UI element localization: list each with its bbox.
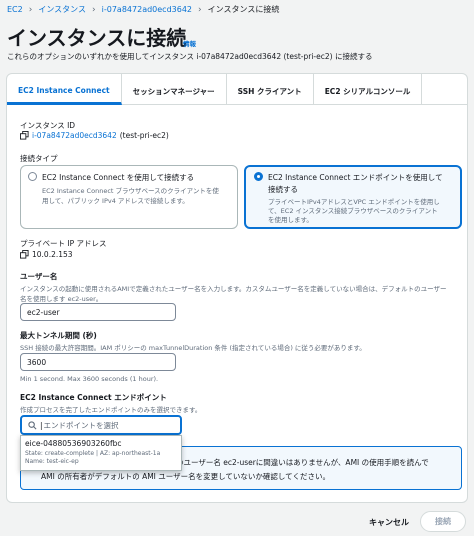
breadcrumb: EC2 › インスタンス › i-07a8472ad0ecd3642 › インス… (7, 4, 279, 15)
tab-ec2-instance-connect[interactable]: EC2 Instance Connect (7, 74, 122, 105)
endpoint-select-placeholder: エンドポイントを選択 (43, 420, 119, 430)
chevron-right-icon: › (198, 4, 202, 15)
instance-id-label: インスタンス ID (20, 121, 76, 130)
endpoint-option[interactable]: eice-04880536903260fbc State: create-com… (25, 439, 177, 465)
option-endpoint-connect-title-1: EC2 Instance Connect エンドポイントを使用して (268, 173, 443, 182)
text-cursor: | (40, 420, 43, 430)
copy-icon[interactable] (20, 250, 29, 259)
endpoint-option-name: Name: test-eic-ep (25, 458, 79, 465)
tab-ssh-client[interactable]: SSH クライアント (227, 74, 314, 105)
instance-id-link[interactable]: i-07a8472ad0ecd3642 (32, 131, 117, 140)
option-instance-connect-desc-1: EC2 Instance Connect ブラウザベースのクライアントを使 (42, 187, 219, 195)
page-subtitle: これらのオプションのいずれかを使用してインスタンス i-07a8472ad0ec… (7, 52, 373, 61)
endpoint-option-id: eice-04880536903260fbc (25, 439, 122, 448)
tunnel-duration-value: 3600 (27, 357, 47, 367)
endpoint-label: EC2 Instance Connect エンドポイント (20, 393, 167, 402)
option-endpoint-connect[interactable]: EC2 Instance Connect エンドポイントを使用して 接続する プ… (244, 165, 462, 229)
endpoint-select-input[interactable]: | エンドポイントを選択 (20, 415, 182, 435)
connect-panel: EC2 Instance Connect セッションマネージャー SSH クライ… (6, 73, 468, 503)
chevron-right-icon: › (28, 4, 33, 15)
breadcrumb-ec2[interactable]: EC2 (7, 5, 23, 14)
tab-session-manager[interactable]: セッションマネージャー (122, 74, 227, 105)
option-instance-connect-radio[interactable] (28, 172, 37, 181)
option-instance-connect[interactable]: EC2 Instance Connect を使用して接続する EC2 Insta… (20, 165, 238, 229)
endpoint-dropdown: eice-04880536903260fbc State: create-com… (20, 435, 182, 471)
option-endpoint-connect-radio[interactable] (254, 172, 263, 181)
chevron-right-icon: › (92, 4, 96, 15)
username-input-value: ec2-user (27, 307, 60, 317)
tunnel-duration-hint: Min 1 second. Max 3600 seconds (1 hour). (20, 375, 159, 383)
alert-line-1: のユーザー名 ec2-userに間違いはありませんが、AMI の使用手順を読んで (176, 458, 429, 467)
copy-icon[interactable] (20, 131, 29, 140)
username-label: ユーザー名 (20, 272, 58, 281)
connection-tabs: EC2 Instance Connect セッションマネージャー SSH クライ… (7, 74, 467, 105)
tunnel-duration-input[interactable]: 3600 (20, 353, 176, 371)
endpoint-option-state: State: create-complete | AZ: ap-northeas… (25, 450, 161, 457)
connect-button[interactable]: 接続 (420, 511, 466, 532)
private-ip-row: 10.0.2.153 (20, 250, 73, 259)
breadcrumb-current: インスタンスに接続 (207, 5, 280, 14)
username-desc-2: 名を使用します ec2-user。 (20, 295, 103, 303)
endpoint-desc: 作成プロセスを完了したエンドポイントのみを選択できます。 (20, 406, 202, 414)
connection-type-label: 接続タイプ (20, 154, 58, 163)
cancel-button[interactable]: キャンセル (369, 517, 409, 528)
option-endpoint-connect-desc-3: を使用します。 (268, 216, 313, 224)
username-desc-1: インスタンスの起動に使用されるAMIで定義されたユーザー名を入力します。カスタム… (20, 285, 447, 293)
breadcrumb-instances[interactable]: インスタンス (38, 4, 86, 15)
alert-line-2: AMI の所有者がデフォルトの AMI ユーザー名を変更していないか確認してくだ… (41, 472, 330, 481)
tunnel-duration-label: 最大トンネル期間 (秒) (20, 331, 97, 340)
connect-button-label: 接続 (435, 517, 451, 526)
option-instance-connect-title: EC2 Instance Connect を使用して接続する (42, 173, 195, 182)
instance-id-row: i-07a8472ad0ecd3642 (test-pri-ec2) (20, 131, 169, 140)
option-endpoint-connect-title-2: 接続する (268, 185, 298, 194)
breadcrumb-instance-id[interactable]: i-07a8472ad0ecd3642 (102, 5, 192, 14)
tunnel-duration-desc: SSH 接続の最大許容期間。IAM ポリシーの maxTunnelDuratio… (20, 344, 366, 352)
username-input[interactable]: ec2-user (20, 303, 176, 321)
option-instance-connect-desc-2: 用して、パブリック IPv4 アドレスで接続します。 (42, 197, 189, 205)
page-title: インスタンスに接続 (7, 26, 187, 50)
info-link[interactable]: 情報 (183, 38, 196, 48)
tab-serial-console[interactable]: EC2 シリアルコンソール (314, 74, 423, 105)
private-ip-value: 10.0.2.153 (32, 250, 73, 259)
search-icon (28, 420, 37, 429)
private-ip-label: プライベート IP アドレス (20, 239, 107, 248)
instance-name: (test-pri-ec2) (119, 131, 169, 140)
